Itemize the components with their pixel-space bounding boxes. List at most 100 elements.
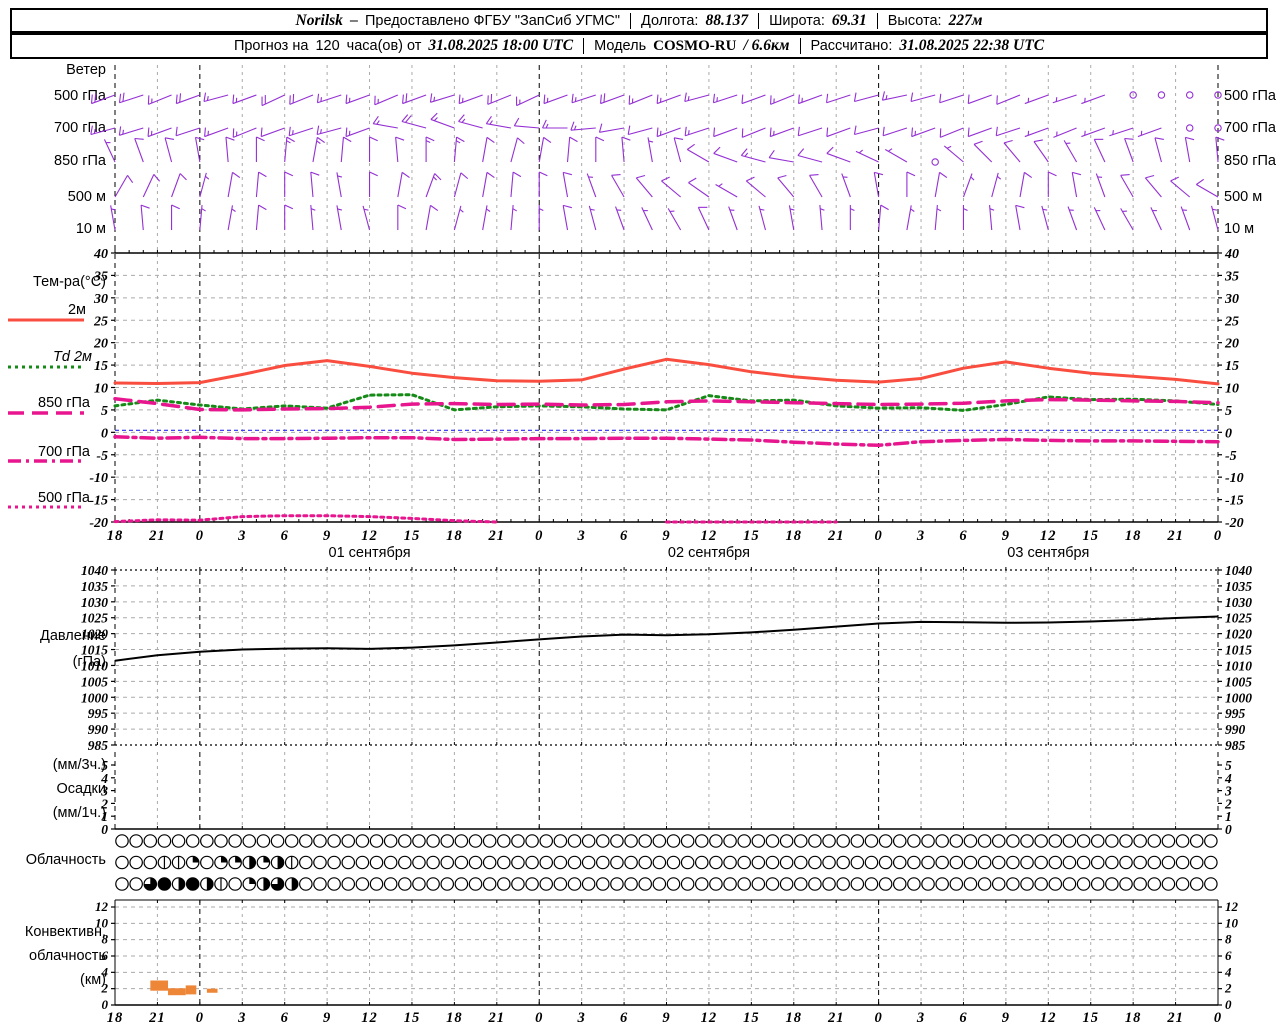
svg-text:-5: -5 xyxy=(1225,449,1237,464)
cloud-cover-symbol xyxy=(610,834,624,848)
svg-text:3: 3 xyxy=(577,528,586,544)
svg-text:3: 3 xyxy=(577,1010,586,1024)
cloud-cover-symbol xyxy=(652,834,667,848)
cloud-cover-symbol xyxy=(977,834,992,848)
cloud-cover-symbol xyxy=(680,855,695,870)
cloud-cover-symbol xyxy=(991,834,1006,848)
svg-text:1030: 1030 xyxy=(1225,595,1252,610)
cloud-cover-symbol xyxy=(907,834,921,848)
svg-text:20: 20 xyxy=(1224,337,1239,352)
cloud-cover-symbol xyxy=(765,877,780,891)
cloud-cover-symbol xyxy=(1119,855,1133,870)
cloud-cover-symbol xyxy=(341,834,356,848)
svg-text:1020: 1020 xyxy=(1225,627,1252,642)
meteogram-chart: 40 4035 3530 3025 2520 2015 1510 105 50 0-5 -5-10-… xyxy=(8,65,1252,1024)
cloud-cover-symbol xyxy=(610,855,624,870)
cloud-cover-symbol xyxy=(751,877,766,891)
cloud-cover-symbol xyxy=(1105,877,1119,891)
svg-text:02 сентября: 02 сентября xyxy=(668,545,750,561)
cloud-cover-symbol xyxy=(977,877,992,891)
cloud-cover-symbol xyxy=(935,834,949,848)
cloud-cover-symbol xyxy=(737,834,752,848)
svg-text:-20: -20 xyxy=(1225,516,1244,531)
cloud-cover-symbol xyxy=(440,834,455,848)
cloud-cover-symbol xyxy=(751,834,766,848)
svg-text:21: 21 xyxy=(488,1010,506,1024)
svg-text:21: 21 xyxy=(827,528,845,544)
cloud-cover-symbol xyxy=(694,834,709,848)
wind-barb-row-0 xyxy=(90,91,1222,107)
svg-text:0: 0 xyxy=(101,822,108,837)
cloud-cover-symbol xyxy=(694,855,709,870)
svg-text:1005: 1005 xyxy=(81,674,108,689)
cloud-cover-symbol xyxy=(921,877,935,891)
svg-text:25: 25 xyxy=(93,314,108,329)
svg-text:4: 4 xyxy=(101,964,109,979)
svg-text:1015: 1015 xyxy=(81,643,108,658)
cloud-cover-symbol xyxy=(525,834,539,848)
temperature-curves xyxy=(113,357,1220,524)
cloud-cover-symbol xyxy=(864,834,879,848)
cloud-cover-symbol xyxy=(1034,834,1048,848)
svg-text:0: 0 xyxy=(1214,528,1222,544)
svg-text:25: 25 xyxy=(1224,314,1239,329)
svg-text:21: 21 xyxy=(148,528,166,544)
svg-text:8: 8 xyxy=(102,932,109,947)
cloud-cover-symbol xyxy=(355,855,370,870)
svg-text:9: 9 xyxy=(1002,528,1010,544)
svg-text:995: 995 xyxy=(88,706,109,721)
cloud-cover-symbol xyxy=(1119,834,1133,848)
svg-text:1035: 1035 xyxy=(81,579,108,594)
cloud-cover-symbol xyxy=(299,834,313,848)
cloud-cover-symbol xyxy=(256,834,271,848)
cloud-cover-symbol xyxy=(1062,834,1077,848)
cloud-cover-symbol xyxy=(383,834,398,848)
cloud-cover-symbol xyxy=(454,834,469,848)
cloud-cover-symbol xyxy=(779,855,794,870)
cloud-cover-symbol xyxy=(426,877,440,891)
svg-text:03 сентября: 03 сентября xyxy=(1007,545,1089,561)
svg-text:3: 3 xyxy=(916,528,925,544)
cloud-cover-symbol xyxy=(327,855,341,870)
cloud-cover-symbol xyxy=(822,834,836,848)
svg-text:990: 990 xyxy=(1225,722,1246,737)
cloud-cover-symbol xyxy=(482,855,497,870)
svg-text:1020: 1020 xyxy=(81,627,108,642)
cloud-cover-symbol xyxy=(129,877,143,891)
svg-text:01 сентября: 01 сентября xyxy=(329,545,411,561)
svg-text:18: 18 xyxy=(1125,528,1142,544)
cloud-cover-symbol xyxy=(511,877,525,891)
cloud-cover-symbol xyxy=(497,877,511,891)
svg-text:1035: 1035 xyxy=(1225,579,1252,594)
cloud-cover-symbol xyxy=(779,834,794,848)
cloud-cover-symbol xyxy=(864,877,879,891)
cloud-cover-symbol xyxy=(398,834,412,848)
svg-text:12: 12 xyxy=(361,1010,378,1024)
cloud-cover-symbol xyxy=(963,877,978,891)
cloud-cover-symbol xyxy=(1147,834,1162,848)
svg-text:1025: 1025 xyxy=(1225,611,1252,626)
svg-text:0: 0 xyxy=(874,1010,882,1024)
temp-legend-lines xyxy=(8,318,84,509)
svg-text:12: 12 xyxy=(95,899,109,914)
svg-text:5: 5 xyxy=(1225,404,1232,419)
cloud-cover-symbol xyxy=(595,855,610,870)
cloud-cover-symbol xyxy=(1076,834,1091,848)
cloud-cover-symbol xyxy=(1189,834,1204,848)
svg-text:0: 0 xyxy=(196,1010,204,1024)
svg-text:6: 6 xyxy=(959,528,967,544)
cloud-cover-symbol xyxy=(808,855,822,870)
cloud-cover-symbol xyxy=(412,877,426,891)
cloud-cover-symbol xyxy=(115,834,129,848)
svg-text:-15: -15 xyxy=(89,494,108,509)
cloudiness-rows xyxy=(115,834,1218,891)
svg-text:-15: -15 xyxy=(1225,494,1244,509)
svg-text:12: 12 xyxy=(701,1010,718,1024)
cloud-cover-symbol xyxy=(652,855,667,870)
cloud-cover-symbol xyxy=(129,834,143,848)
cloud-cover-symbol xyxy=(341,877,356,891)
cloud-cover-symbol xyxy=(680,834,695,848)
cloud-cover-symbol xyxy=(793,834,808,848)
svg-text:-5: -5 xyxy=(96,449,108,464)
cloud-cover-symbol xyxy=(1020,877,1034,891)
